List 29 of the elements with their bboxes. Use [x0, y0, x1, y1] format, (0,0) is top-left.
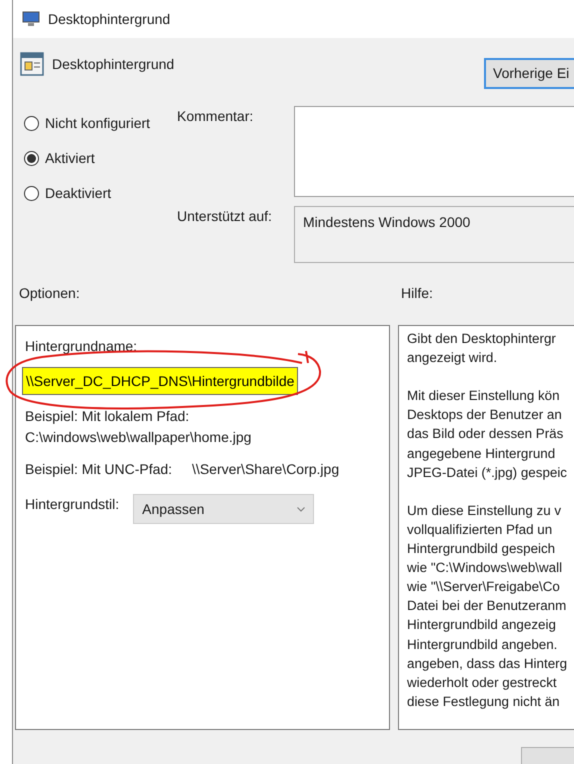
supported-label: Unterstützt auf:	[177, 207, 273, 226]
wallpaper-name-label: Hintergrundname:	[25, 337, 138, 356]
monitor-icon	[22, 11, 40, 27]
help-paragraph: Gibt den Desktophintergr angezeigt wird.	[407, 330, 557, 368]
wallpaper-style-dropdown[interactable]: Anpassen	[133, 494, 314, 524]
radio-button[interactable]	[24, 151, 39, 166]
wallpaper-style-label: Hintergrundstil:	[25, 495, 120, 514]
help-paragraph: Mit dieser Einstellung kön Desktops der Benutzer an das Bild oder dessen Präs angegebene Hintergrund JPEG-Datei (*.jpg) gespeic	[407, 387, 568, 482]
help-heading: Hilfe:	[401, 284, 433, 303]
example-path: \\Server\Share\Corp.jpg	[192, 460, 340, 479]
help-paragraph: Um diese Einstellung zu v vollqualifizierten Pfad un Hintergrundbild gespeich wie "C:\Windows\web\wall wie "\\Server\Freigabe\Co Datei bei der Benutzeranm Hintergrundbild angezeig Hintergrundbild angeben. angeben, dass das Hinterg wiederholt oder gestreckt diese Festlegung nicht än	[407, 502, 568, 711]
settings-page-icon	[20, 52, 44, 76]
previous-setting-button[interactable]: Vorherige Ei	[484, 58, 574, 89]
radio-button[interactable]	[24, 116, 39, 131]
radio-button[interactable]	[24, 186, 39, 201]
comment-label: Kommentar:	[177, 107, 254, 126]
example-path: C:\windows\web\wallpaper\home.jpg	[25, 428, 252, 447]
example-text: Beispiel: Mit UNC-Pfad:	[25, 460, 172, 479]
options-heading: Optionen:	[19, 284, 81, 303]
window-title: Desktophintergrund	[48, 10, 170, 29]
supported-value: Mindestens Windows 2000	[303, 214, 470, 230]
policy-title: Desktophintergrund	[52, 55, 174, 74]
radio-label: Deaktiviert	[45, 184, 112, 203]
chevron-down-icon	[297, 506, 306, 512]
comment-field[interactable]	[294, 106, 574, 197]
example-text: Beispiel: Mit lokalem Pfad:	[25, 407, 190, 426]
radio-label: Aktiviert	[45, 149, 95, 168]
wallpaper-name-field[interactable]: \\Server_DC_DHCP_DNS\Hintergrundbilde	[22, 367, 298, 395]
radio-label: Nicht konfiguriert	[45, 114, 150, 133]
